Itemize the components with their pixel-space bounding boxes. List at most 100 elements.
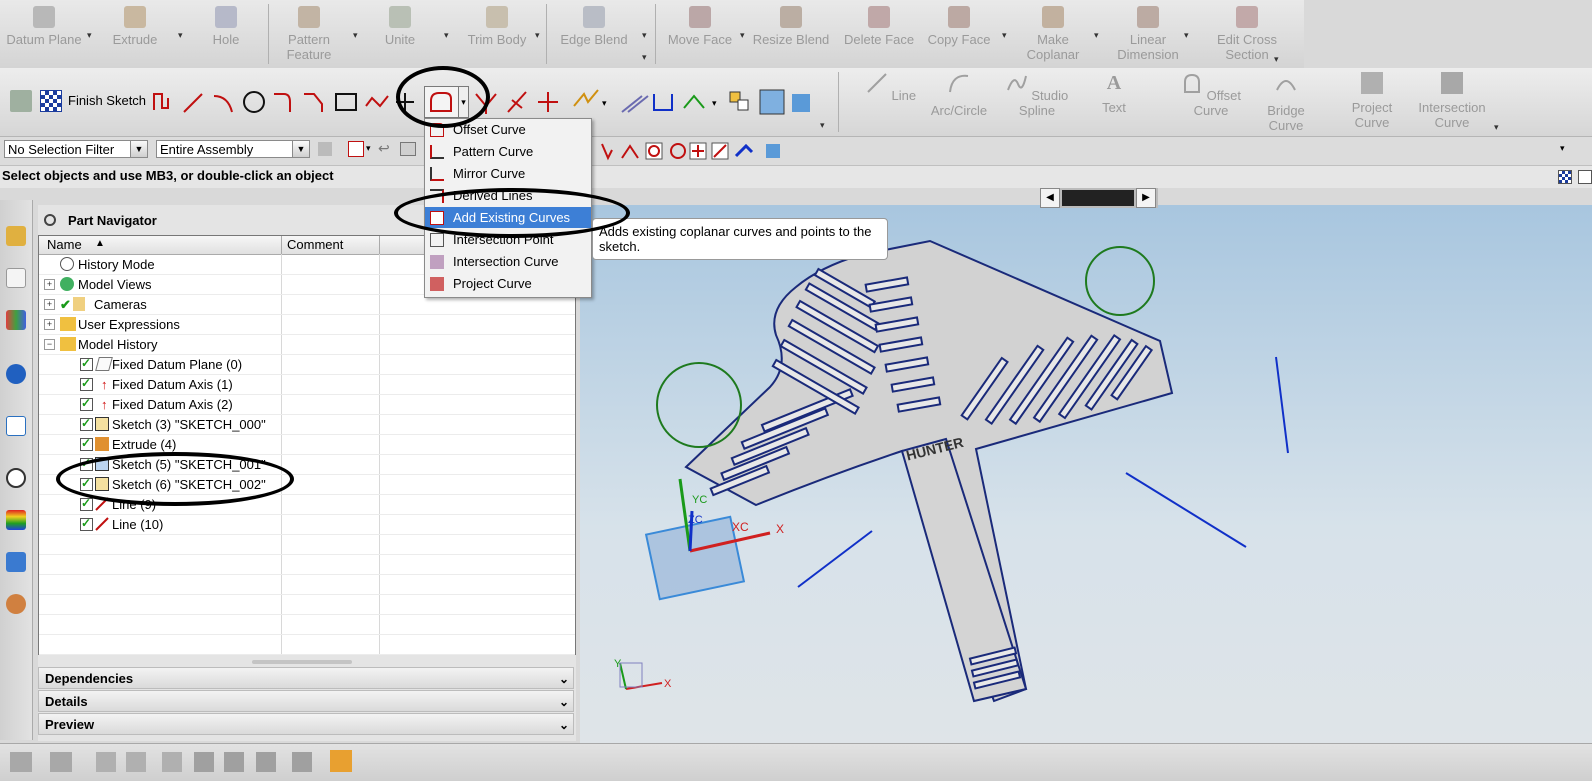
hole-button[interactable]: Hole xyxy=(198,4,254,64)
selection-scope-select[interactable]: Entire Assembly ▼ xyxy=(156,140,310,158)
extrude-dropdown-icon[interactable]: ▾ xyxy=(178,30,183,41)
visibility-checkbox[interactable] xyxy=(80,354,93,373)
wave-geometry-icon[interactable] xyxy=(330,750,352,772)
column-header-comment[interactable]: Comment xyxy=(287,237,343,252)
tree-row-feature[interactable]: Fixed Datum Plane (0) xyxy=(39,354,575,375)
axis-icon[interactable] xyxy=(162,752,182,772)
select-dropdown-icon[interactable]: ▾ xyxy=(366,143,371,154)
explode-icon[interactable] xyxy=(292,752,312,772)
snap-view-icon[interactable] xyxy=(10,752,32,772)
select-all-icon[interactable] xyxy=(348,141,364,157)
finish-sketch-small-icon[interactable] xyxy=(1558,170,1572,184)
bridge-curve-button[interactable]: Bridge Curve xyxy=(1258,72,1314,133)
scroll-thumb[interactable] xyxy=(1062,190,1134,206)
datum-plane-button[interactable]: Datum Plane xyxy=(6,4,82,64)
history-clock-icon[interactable] xyxy=(6,468,26,488)
tree-row-feature[interactable]: ↑ Fixed Datum Axis (1) xyxy=(39,374,575,395)
line-button[interactable]: Line xyxy=(856,72,926,103)
make-coplanar-dropdown-icon[interactable]: ▾ xyxy=(1094,30,1099,41)
studio-spline-button[interactable]: Studio Spline xyxy=(1002,72,1072,118)
selection-filter-select[interactable]: No Selection Filter ▼ xyxy=(4,140,148,158)
edge-blend-button[interactable]: Edge Blend xyxy=(552,4,636,64)
roles-icon[interactable] xyxy=(6,594,26,614)
finish-sketch-flag-icon[interactable] xyxy=(40,90,62,112)
expand-icon[interactable]: + xyxy=(44,299,55,310)
replace-component-icon[interactable] xyxy=(256,752,276,772)
unite-dropdown-icon[interactable]: ▾ xyxy=(444,30,449,41)
text-button[interactable]: A Text xyxy=(1092,72,1136,115)
chevron-left-icon[interactable]: ◀ xyxy=(1040,188,1060,208)
sketch-line[interactable] xyxy=(1125,472,1247,548)
column-header-name[interactable]: Name xyxy=(47,237,82,252)
visualization-palette-icon[interactable] xyxy=(6,510,26,530)
datum-plane-dropdown-icon[interactable]: ▾ xyxy=(87,30,92,41)
copy-face-button[interactable]: Copy Face xyxy=(924,4,994,64)
reuse-library-icon[interactable] xyxy=(6,310,26,330)
component-array-icon[interactable] xyxy=(224,752,244,772)
sketch-circle[interactable] xyxy=(656,362,742,448)
sketch-line[interactable] xyxy=(797,530,873,588)
tree-row-feature[interactable]: ↑ Fixed Datum Axis (2) xyxy=(39,394,575,415)
edit-cross-section-button[interactable]: Edit Cross Section xyxy=(1200,4,1294,64)
sketch-task-icon[interactable] xyxy=(10,90,32,112)
finish-sketch-button[interactable]: Finish Sketch xyxy=(68,93,146,108)
part-navigator-icon[interactable] xyxy=(6,268,26,288)
dependencies-panel-header[interactable]: Dependencies ⌄ xyxy=(38,667,574,689)
visibility-checkbox[interactable] xyxy=(80,414,93,433)
linear-dimension-dropdown-icon[interactable]: ▾ xyxy=(1184,30,1189,41)
move-face-dropdown-icon[interactable]: ▾ xyxy=(740,30,745,41)
view-icon[interactable] xyxy=(400,142,416,156)
assembly-tools-icon[interactable] xyxy=(50,752,72,772)
view-scroll-control[interactable]: ◀ ▶ xyxy=(1040,188,1158,208)
arc-circle-button[interactable]: Arc/Circle xyxy=(924,72,994,118)
menu-item-pattern-curve[interactable]: Pattern Curve xyxy=(425,141,591,162)
sketch-line[interactable] xyxy=(1275,356,1289,454)
menu-item-intersection-curve[interactable]: Intersection Curve xyxy=(425,251,591,272)
intersection-curve-button[interactable]: Intersection Curve xyxy=(1412,72,1492,130)
undo-selection-icon[interactable]: ↩ xyxy=(378,140,390,157)
assembly-navigator-icon[interactable] xyxy=(6,226,26,246)
toolbar-more-icon[interactable]: ▾ xyxy=(1560,143,1565,154)
graphics-window[interactable]: HUNTER XC X YC ZC X Y xyxy=(580,205,1592,743)
menu-item-mirror-curve[interactable]: Mirror Curve xyxy=(425,163,591,184)
menu-item-project-curve[interactable]: Project Curve xyxy=(425,273,591,294)
tree-row-user-expressions[interactable]: + User Expressions xyxy=(39,315,575,335)
visibility-checkbox[interactable] xyxy=(80,394,93,413)
hd3d-tools-icon[interactable] xyxy=(6,364,26,384)
tree-row-feature[interactable]: Sketch (3) "SKETCH_000" xyxy=(39,414,575,435)
project-curve-button[interactable]: Project Curve xyxy=(1344,72,1400,130)
feature-group-more-icon[interactable]: ▾ xyxy=(642,52,647,63)
linear-dimension-button[interactable]: Linear Dimension xyxy=(1108,4,1188,64)
offset-curve-button[interactable]: Offset Curve xyxy=(1166,72,1256,118)
delete-face-button[interactable]: Delete Face xyxy=(842,4,916,64)
process-studio-icon[interactable] xyxy=(6,552,26,572)
window-restore-icon[interactable] xyxy=(1578,170,1592,184)
details-panel-header[interactable]: Details ⌄ xyxy=(38,690,574,712)
pin-icon[interactable] xyxy=(44,214,56,226)
extrude-button[interactable]: Extrude xyxy=(106,4,164,64)
trim-body-dropdown-icon[interactable]: ▾ xyxy=(535,30,540,41)
mirror-icon[interactable] xyxy=(126,752,146,772)
sync-group-more-icon[interactable]: ▾ xyxy=(1274,54,1279,65)
unite-button[interactable]: Unite xyxy=(372,4,428,64)
move-object-icon[interactable] xyxy=(96,752,116,772)
expand-icon[interactable]: + xyxy=(44,279,55,290)
tree-row-cameras[interactable]: + ✔ Cameras xyxy=(39,295,575,315)
visibility-checkbox[interactable] xyxy=(80,514,93,533)
move-face-button[interactable]: Move Face xyxy=(664,4,736,64)
visibility-checkbox[interactable] xyxy=(80,494,93,513)
make-coplanar-button[interactable]: Make Coplanar xyxy=(1018,4,1088,64)
resize-blend-button[interactable]: Resize Blend xyxy=(752,4,830,64)
tree-row-feature[interactable]: Extrude (4) xyxy=(39,434,575,455)
pattern-feature-dropdown-icon[interactable]: ▾ xyxy=(353,30,358,41)
web-browser-icon[interactable] xyxy=(6,416,26,436)
preview-panel-header[interactable]: Preview ⌄ xyxy=(38,713,574,735)
visibility-checkbox[interactable] xyxy=(80,434,93,453)
sketch-circle[interactable] xyxy=(1085,246,1155,316)
collapse-icon[interactable]: − xyxy=(44,339,55,350)
sketch-tools-more-icon[interactable]: ▾ xyxy=(820,120,825,131)
tree-row-feature[interactable]: Line (10) xyxy=(39,514,575,535)
splitter-handle[interactable] xyxy=(252,660,352,664)
tree-row-model-history[interactable]: − Model History xyxy=(39,335,575,355)
pattern-feature-button[interactable]: Pattern Feature xyxy=(276,4,342,64)
